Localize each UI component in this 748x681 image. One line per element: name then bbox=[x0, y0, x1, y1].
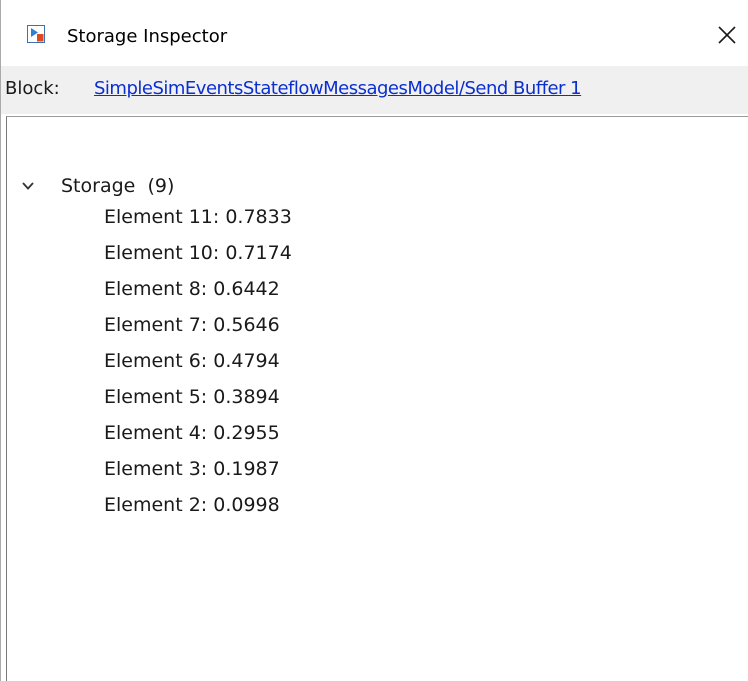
storage-count: (9) bbox=[147, 175, 175, 197]
list-item[interactable]: Element 6: 0.4794 bbox=[104, 349, 292, 385]
simulink-model-icon bbox=[27, 25, 45, 43]
storage-label: Storage bbox=[61, 175, 136, 197]
list-item[interactable]: Element 4: 0.2955 bbox=[104, 421, 292, 457]
tree-node-label: Storage (9) bbox=[61, 173, 174, 199]
storage-inspector-window: Storage Inspector Block: SimpleSimEvents… bbox=[0, 0, 748, 681]
list-item[interactable]: Element 8: 0.6442 bbox=[104, 277, 292, 313]
block-label: Block: bbox=[5, 78, 60, 99]
title-bar: Storage Inspector bbox=[1, 0, 748, 66]
list-item[interactable]: Element 7: 0.5646 bbox=[104, 313, 292, 349]
block-path-bar: Block: SimpleSimEventsStateflowMessagesM… bbox=[1, 66, 748, 114]
list-item[interactable]: Element 2: 0.0998 bbox=[104, 493, 292, 529]
window-title: Storage Inspector bbox=[67, 26, 228, 47]
list-item[interactable]: Element 5: 0.3894 bbox=[104, 385, 292, 421]
list-item[interactable]: Element 3: 0.1987 bbox=[104, 457, 292, 493]
list-item[interactable]: Element 10: 0.7174 bbox=[104, 241, 292, 277]
element-list: Element 11: 0.7833 Element 10: 0.7174 El… bbox=[104, 205, 292, 529]
block-path-link[interactable]: SimpleSimEventsStateflowMessagesModel/Se… bbox=[94, 77, 582, 101]
storage-tree: Storage (9) Element 11: 0.7833 Element 1… bbox=[6, 116, 748, 681]
list-item[interactable]: Element 11: 0.7833 bbox=[104, 205, 292, 241]
chevron-down-icon[interactable] bbox=[21, 180, 35, 192]
close-icon[interactable] bbox=[714, 22, 740, 48]
